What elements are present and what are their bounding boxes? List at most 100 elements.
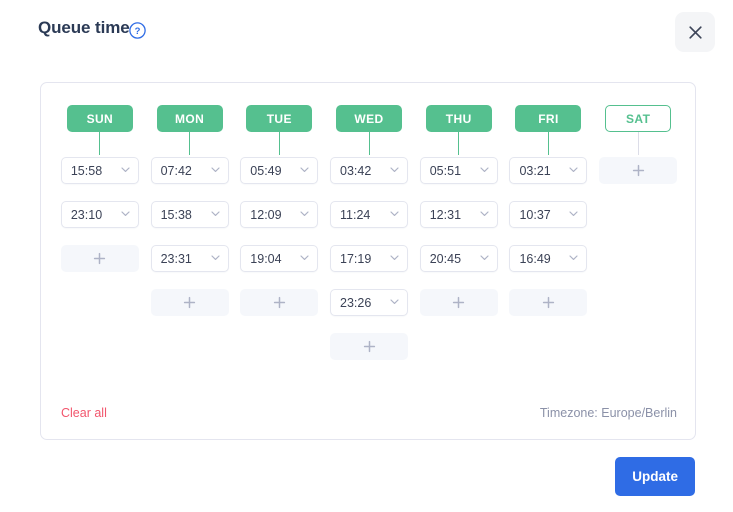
time-select[interactable]: 15:58 (60, 157, 139, 184)
time-select[interactable]: 12:09 (240, 201, 319, 228)
time-select[interactable]: 03:21 (509, 157, 588, 184)
page-title: Queue time (38, 18, 130, 37)
day-connector-line (368, 132, 370, 155)
plus-icon (542, 296, 555, 309)
day-toggle-thu[interactable]: THU (425, 105, 492, 132)
day-connector-line (637, 132, 639, 155)
time-select[interactable]: 19:04 (240, 245, 319, 272)
chevron-down-icon (210, 250, 221, 268)
day-column-sat: SAT (593, 105, 683, 377)
clear-all-button[interactable]: Clear all (61, 406, 107, 420)
time-select[interactable]: 12:31 (419, 201, 498, 228)
chevron-down-icon (389, 250, 400, 268)
slot-spacer (599, 333, 677, 360)
day-toggle-wed[interactable]: WED (336, 105, 403, 132)
day-toggle-fri[interactable]: FRI (515, 105, 582, 132)
chevron-down-icon (299, 162, 310, 180)
time-select[interactable]: 20:45 (419, 245, 498, 272)
time-value: 16:49 (519, 251, 551, 266)
time-value: 15:38 (160, 207, 192, 222)
slot-spacer (61, 289, 139, 316)
add-time-button[interactable] (330, 333, 409, 360)
slot-spacer (61, 333, 139, 360)
time-select[interactable]: 16:49 (509, 245, 588, 272)
day-column-wed: WED 03:42 11:24 17:19 23:26 (324, 105, 414, 377)
time-select[interactable]: 05:49 (240, 157, 319, 184)
add-time-button[interactable] (419, 289, 498, 316)
day-connector-line (458, 132, 460, 155)
chevron-down-icon (299, 250, 310, 268)
modal-footer: Update (0, 440, 733, 512)
time-value: 17:19 (340, 251, 372, 266)
add-time-button[interactable] (150, 289, 229, 316)
time-slot-list: 07:42 15:38 23:31 (145, 157, 235, 377)
day-toggle-sat[interactable]: SAT (605, 105, 672, 132)
day-connector-line (547, 132, 549, 155)
time-select[interactable]: 03:42 (330, 157, 409, 184)
time-slot-list: 15:58 23:10 (55, 157, 145, 377)
chevron-down-icon (568, 250, 579, 268)
day-column-sun: SUN 15:58 23:10 (55, 105, 145, 377)
add-time-button[interactable] (509, 289, 588, 316)
chevron-down-icon (479, 250, 490, 268)
queue-time-modal: Queue time ? SUN 15:58 23:10 MON 07:42 15:38 2… (0, 0, 733, 512)
time-value: 23:26 (340, 295, 372, 310)
day-column-tue: TUE 05:49 12:09 19:04 (234, 105, 324, 377)
time-select[interactable]: 17:19 (330, 245, 409, 272)
time-select[interactable]: 15:38 (150, 201, 229, 228)
chevron-down-icon (120, 162, 131, 180)
add-time-button[interactable] (599, 157, 678, 184)
time-select[interactable]: 07:42 (150, 157, 229, 184)
time-value: 20:45 (429, 251, 462, 266)
day-columns: SUN 15:58 23:10 MON 07:42 15:38 23:31 TUE 05:49 1… (41, 83, 697, 377)
slot-spacer (599, 289, 677, 316)
day-toggle-tue[interactable]: TUE (246, 105, 313, 132)
time-select[interactable]: 05:51 (419, 157, 498, 184)
slot-spacer (599, 245, 677, 272)
day-connector-line (278, 132, 280, 155)
plus-icon (273, 296, 286, 309)
time-slot-list: 03:42 11:24 17:19 23:26 (324, 157, 414, 377)
timezone-label: Timezone: Europe/Berlin (539, 406, 677, 420)
add-time-button[interactable] (240, 289, 319, 316)
time-value: 12:09 (250, 207, 282, 222)
question-circle-icon[interactable]: ? (129, 22, 146, 39)
plus-icon (183, 296, 196, 309)
time-select[interactable]: 23:26 (330, 289, 409, 316)
chevron-down-icon (210, 162, 221, 180)
day-toggle-mon[interactable]: MON (156, 105, 223, 132)
day-toggle-sun[interactable]: SUN (66, 105, 133, 132)
time-select[interactable]: 23:31 (150, 245, 229, 272)
chevron-down-icon (389, 162, 400, 180)
add-time-button[interactable] (60, 245, 139, 272)
time-value: 05:49 (250, 163, 282, 178)
chevron-down-icon (479, 206, 490, 224)
time-select[interactable]: 23:10 (60, 201, 139, 228)
day-column-fri: FRI 03:21 10:37 16:49 (504, 105, 594, 377)
update-button[interactable]: Update (615, 456, 695, 496)
chevron-down-icon (120, 206, 131, 224)
close-button[interactable] (675, 12, 715, 52)
time-value: 07:42 (160, 163, 192, 178)
chevron-down-icon (568, 162, 579, 180)
close-icon (688, 25, 703, 40)
svg-text:?: ? (135, 26, 141, 37)
time-value: 23:10 (70, 207, 103, 222)
time-slot-list (593, 157, 683, 377)
slot-spacer (599, 201, 677, 228)
day-connector-line (189, 132, 191, 155)
chevron-down-icon (479, 162, 490, 180)
time-select[interactable]: 10:37 (509, 201, 588, 228)
chevron-down-icon (299, 206, 310, 224)
time-value: 11:24 (340, 207, 371, 222)
time-value: 03:21 (519, 163, 551, 178)
card-footer: Clear all Timezone: Europe/Berlin (41, 387, 697, 439)
time-select[interactable]: 11:24 (330, 201, 409, 228)
day-connector-line (99, 132, 101, 155)
time-value: 23:31 (160, 251, 192, 266)
slot-spacer (420, 333, 498, 360)
time-slot-list: 05:51 12:31 20:45 (414, 157, 504, 377)
time-value: 15:58 (70, 163, 103, 178)
weekly-schedule-card: SUN 15:58 23:10 MON 07:42 15:38 23:31 TUE 05:49 1… (40, 82, 696, 440)
day-column-thu: THU 05:51 12:31 20:45 (414, 105, 504, 377)
